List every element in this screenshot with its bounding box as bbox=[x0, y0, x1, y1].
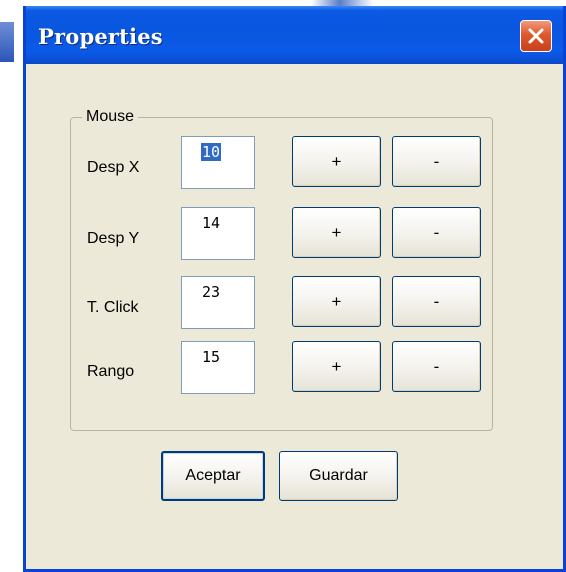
desp-x-label: Desp X bbox=[87, 159, 140, 176]
desktop-taskbar-edge bbox=[0, 22, 14, 62]
desp-x-minus-button[interactable]: - bbox=[392, 136, 481, 187]
rango-field[interactable]: 15 bbox=[181, 341, 255, 394]
aceptar-button[interactable]: Aceptar bbox=[161, 451, 265, 501]
t-click-plus-button[interactable]: + bbox=[292, 276, 381, 327]
t-click-minus-button[interactable]: - bbox=[392, 276, 481, 327]
t-click-value: 23 bbox=[202, 283, 221, 301]
rango-plus-button[interactable]: + bbox=[292, 341, 381, 392]
rango-minus-button[interactable]: - bbox=[392, 341, 481, 392]
guardar-button[interactable]: Guardar bbox=[279, 451, 398, 501]
desp-x-plus-button[interactable]: + bbox=[292, 136, 381, 187]
desp-x-value: 10 bbox=[201, 143, 222, 161]
desp-x-field[interactable]: 10 bbox=[181, 136, 255, 189]
t-click-field[interactable]: 23 bbox=[181, 276, 255, 329]
t-click-label: T. Click bbox=[87, 299, 139, 316]
desp-y-minus-button[interactable]: - bbox=[392, 207, 481, 258]
rango-label: Rango bbox=[87, 363, 135, 380]
close-icon bbox=[528, 28, 544, 44]
title-bar[interactable]: Properties bbox=[26, 6, 563, 64]
properties-dialog: Properties Mouse Desp X 10 + - Desp Y 14… bbox=[23, 6, 566, 572]
desp-y-plus-button[interactable]: + bbox=[292, 207, 381, 258]
mouse-group-legend: Mouse bbox=[82, 108, 139, 126]
desp-y-field[interactable]: 14 bbox=[181, 207, 255, 260]
desp-y-label: Desp Y bbox=[87, 230, 140, 247]
desp-y-value: 14 bbox=[202, 214, 221, 232]
rango-value: 15 bbox=[202, 348, 221, 366]
window-title: Properties bbox=[38, 24, 163, 49]
close-button[interactable] bbox=[520, 20, 552, 52]
